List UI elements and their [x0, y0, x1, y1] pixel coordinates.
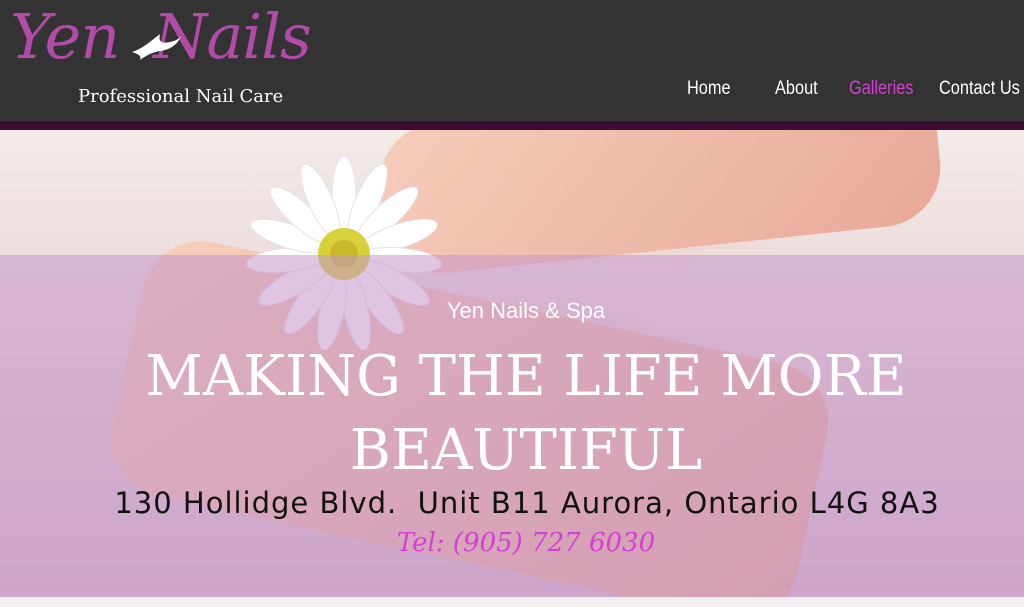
hero-title-line1: MAKING THE LIFE MORE	[145, 344, 907, 409]
swallow-icon	[132, 34, 181, 60]
nav-contact-us[interactable]: Contact Us	[939, 78, 1020, 100]
logo-word-yen: Yen	[10, 0, 120, 73]
site-logo[interactable]: Yen Nails Professional Nail Care	[6, 0, 336, 114]
logo-tagline: Professional Nail Care	[78, 86, 284, 107]
nav-galleries[interactable]: Galleries	[849, 78, 913, 100]
site-header: Yen Nails Professional Nail Care Home Abo…	[0, 0, 1024, 121]
hero-bottom-strip	[0, 597, 1024, 607]
nav-about[interactable]: About	[775, 78, 818, 100]
nav-home[interactable]: Home	[687, 78, 731, 100]
hero-banner: Yen Nails & Spa MAKING THE LIFE MORE BEA…	[0, 130, 1024, 607]
hero-subtitle: Yen Nails & Spa	[446, 298, 606, 323]
hero-phone[interactable]: Tel: (905) 727 6030	[0, 528, 1024, 558]
hero-title-line2: BEAUTIFUL	[349, 418, 703, 483]
hero-address: 130 Hollidge Blvd. Unit B11 Aurora, Onta…	[114, 486, 940, 520]
header-divider	[0, 121, 1024, 130]
hero-title: MAKING THE LIFE MORE BEAUTIFUL	[0, 340, 1024, 488]
